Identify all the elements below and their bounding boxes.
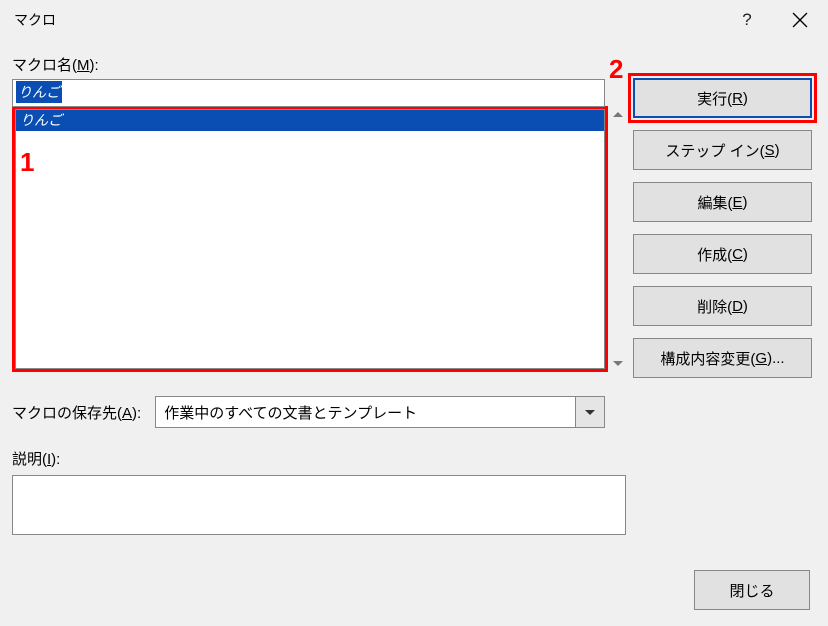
macro-listbox[interactable]: りんご (15, 109, 605, 369)
list-item[interactable]: りんご (16, 110, 604, 131)
listbox-scrollbar[interactable] (608, 110, 628, 368)
chevron-down-icon (585, 410, 595, 415)
close-x-button[interactable] (772, 1, 828, 39)
organize-button[interactable]: 構成内容変更(G)... (633, 338, 812, 378)
save-in-combo[interactable]: 作業中のすべての文書とテンプレート (155, 396, 605, 428)
macro-dialog: マクロ ? マクロ名(M): りんご りんご (0, 0, 828, 626)
edit-button[interactable]: 編集(E) (633, 182, 812, 222)
help-button[interactable]: ? (722, 1, 772, 39)
create-button[interactable]: 作成(C) (633, 234, 812, 274)
titlebar: マクロ ? (0, 0, 828, 40)
description-label: 説明(I): (12, 448, 617, 469)
description-box[interactable] (12, 475, 626, 535)
save-in-label: マクロの保存先(A): (12, 402, 141, 423)
run-button[interactable]: 実行(R) (633, 78, 812, 118)
macro-name-input-wrap: りんご (12, 79, 617, 107)
close-button[interactable]: 閉じる (694, 570, 810, 610)
macro-name-input[interactable] (12, 79, 605, 107)
scroll-up-icon (613, 112, 623, 117)
delete-button[interactable]: 削除(D) (633, 286, 812, 326)
scroll-down-icon (613, 361, 623, 366)
dialog-title: マクロ (14, 10, 56, 30)
save-in-value: 作業中のすべての文書とテンプレート (164, 402, 417, 423)
macro-name-label: マクロ名(M): (12, 54, 617, 75)
combo-arrow-button[interactable] (575, 396, 605, 428)
help-icon: ? (742, 10, 751, 30)
step-in-button[interactable]: ステップ イン(S) (633, 130, 812, 170)
close-row: 閉じる (694, 570, 810, 610)
close-icon (792, 12, 808, 28)
macro-list-highlight: りんご (12, 106, 608, 372)
macro-name-selection: りんご (16, 81, 62, 103)
